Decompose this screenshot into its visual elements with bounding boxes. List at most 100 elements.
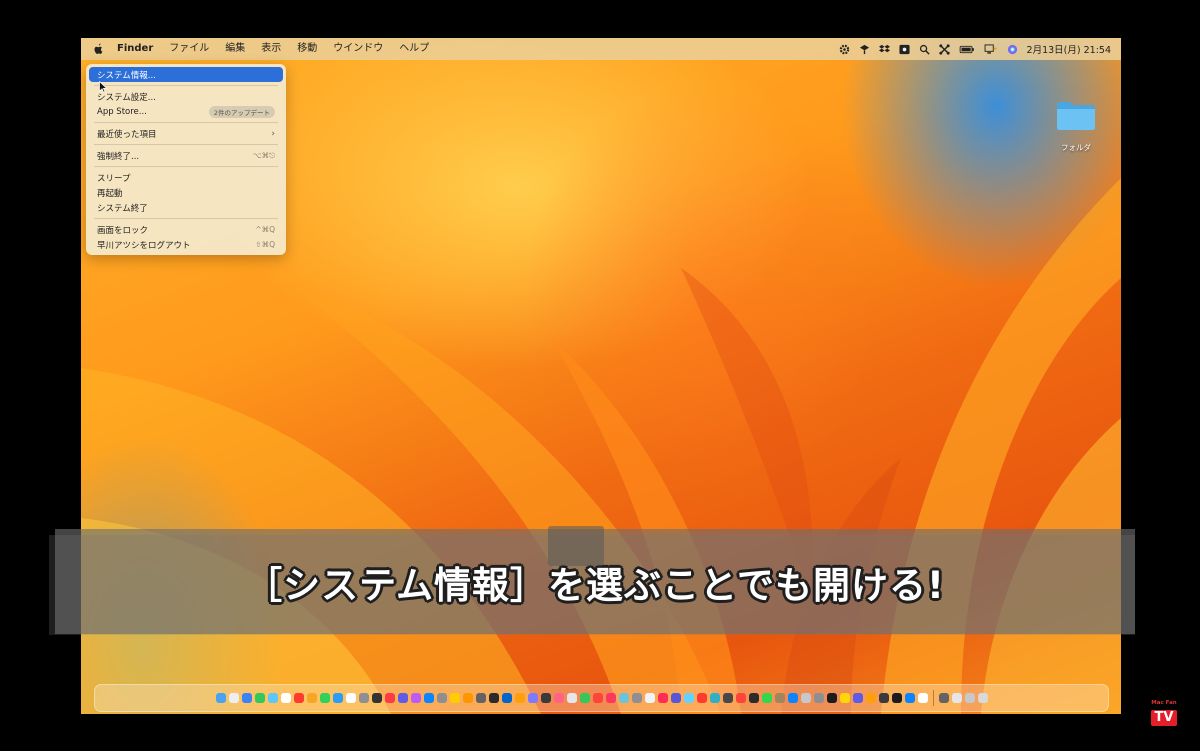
dock-app-icon[interactable]	[917, 693, 928, 703]
dock-app-icon[interactable]	[748, 693, 759, 703]
gear-icon[interactable]	[839, 44, 850, 55]
dock-app-icon[interactable]	[631, 693, 642, 703]
menu-separator	[94, 85, 278, 86]
dock-app-icon[interactable]	[488, 693, 499, 703]
dock-app-icon[interactable]	[267, 693, 278, 703]
dock-app-icon[interactable]	[644, 693, 655, 703]
dock-app-icon[interactable]	[566, 693, 577, 703]
dock-app-icon[interactable]	[735, 693, 746, 703]
battery-icon	[959, 45, 974, 53]
dock-app-icon[interactable]	[306, 693, 317, 703]
folder-icon	[1057, 102, 1095, 130]
menu-item-sleep[interactable]: スリープ	[89, 170, 283, 185]
dock-app-icon[interactable]	[852, 693, 863, 703]
dock-app-icon[interactable]	[553, 693, 564, 703]
dock-app-icon[interactable]	[345, 693, 356, 703]
dock-app-icon[interactable]	[241, 693, 252, 703]
dock-app-icon[interactable]	[410, 693, 421, 703]
network-icon[interactable]	[859, 44, 870, 55]
dock-app-icon[interactable]	[449, 693, 460, 703]
menu-separator	[94, 122, 278, 123]
screen-record-icon[interactable]	[899, 44, 910, 55]
dock-app-icon[interactable]	[878, 693, 889, 703]
dock-app-icon[interactable]	[215, 693, 226, 703]
dock-app-icon[interactable]	[839, 693, 850, 703]
menu-go[interactable]: 移動	[289, 38, 325, 60]
ghost-window	[548, 526, 604, 566]
menu-item-force-quit[interactable]: 強制終了... ⌥⌘⎋	[89, 148, 283, 163]
menu-item-system-info[interactable]: システム情報...	[89, 67, 283, 82]
menu-item-shutdown[interactable]: システム終了	[89, 200, 283, 215]
apple-menu-icon[interactable]	[87, 38, 109, 60]
menu-help[interactable]: ヘルプ	[391, 38, 437, 60]
dock-app-icon[interactable]	[951, 693, 962, 703]
dock-app-icon[interactable]	[423, 693, 434, 703]
chevron-right-icon: ›	[271, 128, 275, 139]
dock-app-icon[interactable]	[813, 693, 824, 703]
mouse-cursor-icon	[99, 81, 107, 93]
dock-app-icon[interactable]	[397, 693, 408, 703]
dock-app-icon[interactable]	[891, 693, 902, 703]
display-icon[interactable]	[984, 43, 998, 55]
menu-item-lock-screen[interactable]: 画面をロック ^⌘Q	[89, 222, 283, 237]
dock-app-icon[interactable]	[761, 693, 772, 703]
dock-app-icon[interactable]	[540, 693, 551, 703]
update-badge: 2件のアップデート	[208, 105, 275, 118]
dock-app-icon[interactable]	[436, 693, 447, 703]
dock-app-icon[interactable]	[514, 693, 525, 703]
dock-app-icon[interactable]	[605, 693, 616, 703]
dock-app-icon[interactable]	[228, 693, 239, 703]
channel-logo: Mac Fan TV	[1140, 700, 1188, 736]
menu-bar-clock[interactable]: 2月13日(月) 21:54	[1027, 42, 1111, 56]
menu-item-restart[interactable]: 再起動	[89, 185, 283, 200]
dropbox-icon[interactable]	[878, 44, 890, 55]
control-center-icon[interactable]	[938, 43, 950, 55]
dock-app-icon[interactable]	[332, 693, 343, 703]
menu-separator	[94, 144, 278, 145]
dock-app-icon[interactable]	[964, 693, 975, 703]
dock-app-icon[interactable]	[384, 693, 395, 703]
dock-app-icon[interactable]	[254, 693, 265, 703]
dock-app-icon[interactable]	[579, 693, 590, 703]
dock-app-icon[interactable]	[527, 693, 538, 703]
menu-edit[interactable]: 編集	[217, 38, 253, 60]
dock-app-icon[interactable]	[475, 693, 486, 703]
siri-icon[interactable]	[1007, 44, 1018, 55]
dock-app-icon[interactable]	[319, 693, 330, 703]
dock-app-icon[interactable]	[670, 693, 681, 703]
dock-app-icon[interactable]	[904, 693, 915, 703]
trash-icon[interactable]	[977, 693, 988, 703]
menu-separator	[94, 218, 278, 219]
menu-app-finder[interactable]: Finder	[109, 38, 161, 60]
menu-view[interactable]: 表示	[253, 38, 289, 60]
dock-app-icon[interactable]	[774, 693, 785, 703]
menu-bar: Finder ファイル 編集 表示 移動 ウインドウ ヘルプ 2月13日(月) …	[81, 38, 1121, 60]
dock-app-icon[interactable]	[501, 693, 512, 703]
menu-item-recent-items[interactable]: 最近使った項目 ›	[89, 126, 283, 141]
dock-app-icon[interactable]	[696, 693, 707, 703]
dock-app-icon[interactable]	[800, 693, 811, 703]
menu-item-app-store[interactable]: App Store... 2件のアップデート	[89, 104, 283, 119]
dock-app-icon[interactable]	[592, 693, 603, 703]
dock-app-icon[interactable]	[938, 693, 949, 703]
dock-app-icon[interactable]	[787, 693, 798, 703]
dock-app-icon[interactable]	[865, 693, 876, 703]
logo-small-text: Mac Fan	[1151, 700, 1177, 706]
dock-app-icon[interactable]	[618, 693, 629, 703]
dock-app-icon[interactable]	[358, 693, 369, 703]
menu-file[interactable]: ファイル	[161, 38, 217, 60]
menu-window[interactable]: ウインドウ	[325, 38, 391, 60]
dock-app-icon[interactable]	[709, 693, 720, 703]
dock-app-icon[interactable]	[293, 693, 304, 703]
dock-app-icon[interactable]	[280, 693, 291, 703]
dock-app-icon[interactable]	[683, 693, 694, 703]
search-icon[interactable]	[919, 44, 930, 55]
menu-item-system-settings[interactable]: システム設定...	[89, 89, 283, 104]
dock-app-icon[interactable]	[657, 693, 668, 703]
menu-item-logout[interactable]: 早川アツシをログアウト ⇧⌘Q	[89, 237, 283, 252]
dock-app-icon[interactable]	[826, 693, 837, 703]
desktop-folder[interactable]: フォルダ	[1046, 100, 1106, 153]
dock-app-icon[interactable]	[722, 693, 733, 703]
dock-app-icon[interactable]	[462, 693, 473, 703]
dock-app-icon[interactable]	[371, 693, 382, 703]
